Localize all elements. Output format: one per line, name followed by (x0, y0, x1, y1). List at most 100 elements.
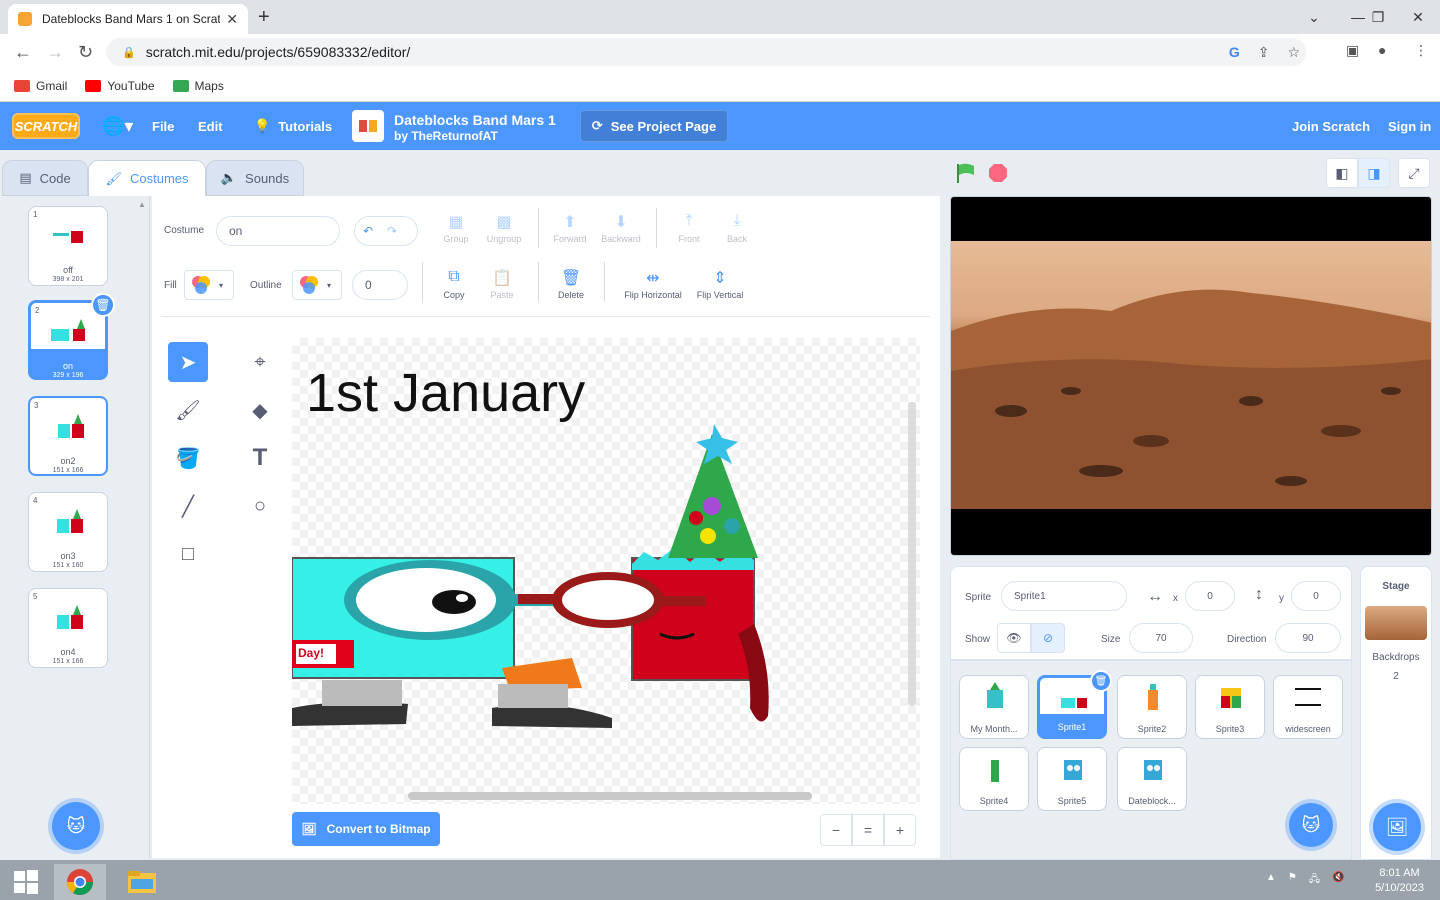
delete-button[interactable]: 🗑 Delete (546, 268, 596, 300)
group-button[interactable]: ▦ Group (431, 212, 481, 244)
edit-menu[interactable]: Edit (198, 102, 223, 150)
scroll-up-icon[interactable]: ▲ (138, 200, 146, 210)
text-tool[interactable]: T (240, 438, 280, 478)
back-icon[interactable]: ← (14, 42, 32, 63)
small-stage-icon[interactable]: ◧ (1326, 158, 1358, 188)
stop-icon[interactable] (988, 163, 1008, 183)
profile-icon[interactable]: ● (1378, 42, 1386, 58)
stage-selector[interactable]: Stage Backdrops 2 🖼 (1360, 566, 1432, 860)
outline-color-picker[interactable]: ▾ (292, 270, 342, 300)
choose-sprite-button[interactable]: 🐱 (1289, 803, 1333, 847)
forward-button[interactable]: ⬆ Forward (545, 212, 595, 244)
select-tool[interactable]: ➤ (168, 342, 208, 382)
chrome-taskbar-icon[interactable] (54, 864, 106, 900)
flip-horizontal-button[interactable]: ⇹ Flip Horizontal (618, 268, 688, 300)
sprite-tile[interactable]: Sprite5 (1037, 747, 1107, 811)
see-project-page-button[interactable]: ⟳ See Project Page (580, 110, 728, 142)
sprite-tile[interactable]: widescreen (1273, 675, 1343, 739)
backward-button[interactable]: ⬇ Backward (596, 212, 646, 244)
delete-sprite-icon[interactable]: 🗑 (1090, 670, 1112, 692)
brush-tool[interactable]: 🖌 (168, 390, 208, 430)
flag-icon[interactable]: ⚑ (1288, 872, 1297, 889)
tutorials-menu[interactable]: 💡 Tutorials (254, 102, 332, 150)
size-input[interactable]: 70 (1129, 623, 1193, 653)
show-hidden-button[interactable]: ⊘ (1031, 623, 1065, 653)
language-globe-icon[interactable]: 🌐▾ (102, 102, 133, 150)
costume-item[interactable]: 4 on3 151 x 160 (28, 492, 108, 572)
network-icon[interactable]: 🖧 (1309, 872, 1320, 889)
sprite-name-input[interactable]: Sprite1 (1001, 581, 1127, 611)
zoom-reset-button[interactable]: = (852, 814, 884, 846)
bookmark-star-icon[interactable]: ☆ (1287, 44, 1300, 61)
direction-input[interactable]: 90 (1275, 623, 1341, 653)
sprite-tile[interactable]: Sprite3 (1195, 675, 1265, 739)
sprite-tile[interactable]: Sprite4 (959, 747, 1029, 811)
google-icon[interactable]: G (1229, 44, 1240, 61)
costume-item[interactable]: 5 on4 151 x 166 (28, 588, 108, 668)
reshape-tool[interactable]: ⌖ (240, 342, 280, 382)
sprite-tile[interactable]: My Month... (959, 675, 1029, 739)
flip-vertical-button[interactable]: ⇕ Flip Vertical (690, 268, 750, 300)
close-window-icon[interactable]: ✕ (1396, 0, 1440, 34)
new-tab-icon[interactable]: + (258, 6, 270, 29)
zoom-in-button[interactable]: + (884, 814, 916, 846)
costume-item[interactable]: 3 on2 151 x 166 (28, 396, 108, 476)
copy-button[interactable]: ⧉ Copy (429, 268, 479, 300)
file-explorer-icon[interactable] (116, 864, 168, 900)
green-flag-icon[interactable] (954, 162, 978, 184)
tab-sounds[interactable]: 🔈 Sounds (206, 160, 304, 196)
ungroup-button[interactable]: ▩ Ungroup (479, 212, 529, 244)
sprite-tile[interactable]: Sprite2 (1117, 675, 1187, 739)
choose-backdrop-button[interactable]: 🖼 (1373, 803, 1421, 851)
tab-costumes[interactable]: 🖌 Costumes (88, 160, 206, 196)
reload-icon[interactable]: ↻ (78, 42, 93, 63)
fullscreen-icon[interactable]: ⤢ (1398, 158, 1430, 188)
circle-tool[interactable]: ○ (240, 486, 280, 526)
taskbar-clock[interactable]: 8:01 AM 5/10/2023 (1375, 866, 1424, 896)
costume-item-selected[interactable]: 2 on 329 x 196 🗑 (28, 293, 115, 380)
redo-icon[interactable]: ↷ (387, 224, 397, 238)
choose-costume-button[interactable]: 🐱 (52, 802, 100, 850)
show-visible-button[interactable]: 👁 (997, 623, 1031, 653)
sprite-tile-selected[interactable]: Sprite1 🗑 (1037, 670, 1112, 739)
tab-search-icon[interactable]: ⌄ (1292, 0, 1336, 34)
convert-to-bitmap-button[interactable]: 🖼 Convert to Bitmap (292, 812, 440, 846)
large-stage-icon[interactable]: ◨ (1358, 158, 1390, 188)
fill-tool[interactable]: 🪣 (168, 438, 208, 478)
url-input[interactable]: 🔒 scratch.mit.edu/projects/659083332/edi… (106, 38, 1306, 66)
bookmark-maps[interactable]: Maps (172, 79, 224, 93)
forward-icon[interactable]: → (46, 42, 64, 63)
canvas-scrollbar-vertical[interactable] (908, 402, 916, 706)
stage-canvas[interactable] (950, 196, 1432, 556)
join-scratch-link[interactable]: Join Scratch (1292, 102, 1370, 150)
rectangle-tool[interactable]: □ (168, 534, 208, 574)
sidepanel-icon[interactable]: ▣ (1346, 42, 1359, 59)
line-tool[interactable]: ╱ (168, 486, 208, 526)
eraser-tool[interactable]: ◆ (240, 390, 280, 430)
y-input[interactable]: 0 (1291, 581, 1341, 611)
costume-name-input[interactable]: on (216, 216, 340, 246)
x-input[interactable]: 0 (1185, 581, 1235, 611)
paste-button[interactable]: 📋 Paste (477, 268, 527, 300)
sign-in-link[interactable]: Sign in (1388, 102, 1431, 150)
bookmark-youtube[interactable]: YouTube (85, 79, 155, 93)
file-menu[interactable]: File (152, 102, 174, 150)
browser-tab[interactable]: Dateblocks Band Mars 1 on Scrat ✕ (8, 4, 248, 34)
menu-kebab-icon[interactable]: ⋮ (1414, 42, 1428, 59)
back-button[interactable]: ⤓ Back (712, 212, 762, 244)
fill-color-picker[interactable]: ▾ (184, 270, 234, 300)
close-tab-icon[interactable]: ✕ (226, 11, 238, 28)
sprite-tile[interactable]: Dateblock... (1117, 747, 1187, 811)
front-button[interactable]: ⤒ Front (664, 212, 714, 244)
paint-canvas[interactable]: 1st January Day! (292, 338, 920, 804)
volume-mute-icon[interactable]: 🔇 (1332, 872, 1344, 889)
canvas-scrollbar-horizontal[interactable] (408, 792, 812, 800)
delete-costume-icon[interactable]: 🗑 (91, 293, 115, 317)
outline-width-input[interactable]: 0 (352, 270, 408, 300)
tab-code[interactable]: ▤ Code (2, 160, 88, 196)
bookmark-gmail[interactable]: Gmail (14, 79, 67, 93)
costume-item[interactable]: 1 off 398 x 201 (28, 206, 108, 286)
restore-icon[interactable]: ❐ (1356, 0, 1400, 34)
tray-up-arrow-icon[interactable]: ▲ (1266, 872, 1276, 889)
share-icon[interactable]: ⇪ (1258, 44, 1270, 61)
